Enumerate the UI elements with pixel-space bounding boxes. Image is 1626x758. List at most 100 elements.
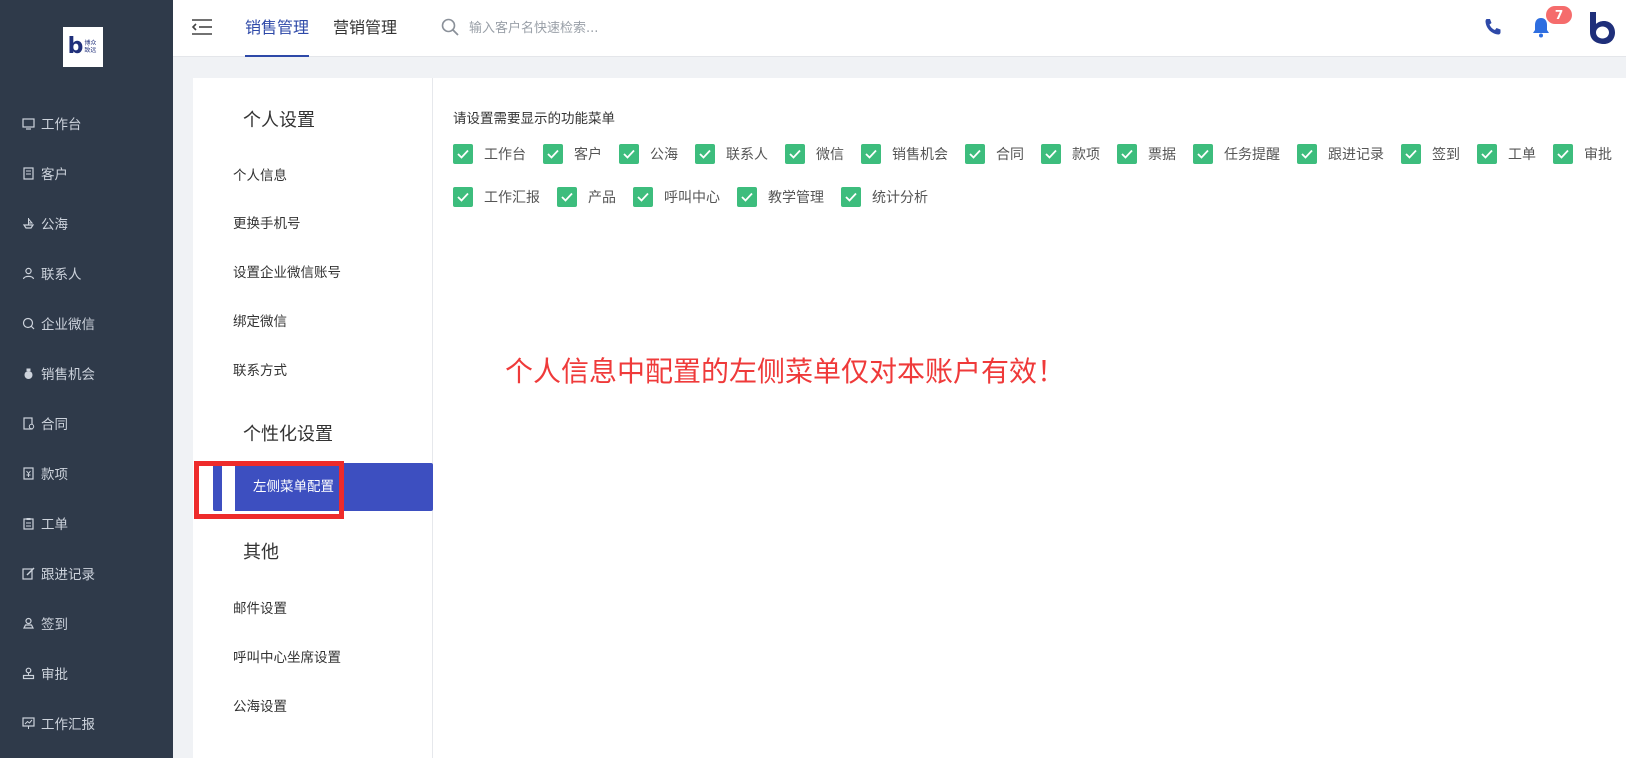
menu-option-checkbox[interactable]: 教学管理 <box>737 187 824 207</box>
settings-item-call-center-seat[interactable]: 呼叫中心坐席设置 <box>233 646 341 666</box>
settings-item-public-pool[interactable]: 公海设置 <box>233 695 287 715</box>
sidebar-item[interactable]: 客户 <box>0 148 173 198</box>
sidebar-item[interactable]: 联系人 <box>0 248 173 298</box>
sidebar-item[interactable]: 审批 <box>0 648 173 698</box>
checkmark-icon <box>965 144 985 164</box>
sidebar-item[interactable]: 跟进记录 <box>0 548 173 598</box>
menu-option-label: 联系人 <box>726 147 768 163</box>
checkmark-icon <box>453 187 473 207</box>
annotation-highlight-box <box>194 461 344 519</box>
phone-icon[interactable] <box>1483 17 1503 37</box>
menu-option-checkbox[interactable]: 审批 <box>1553 144 1612 164</box>
menu-option-label: 工作汇报 <box>484 190 540 206</box>
logo-letter: b <box>67 34 84 59</box>
menu-option-label: 工单 <box>1508 147 1536 163</box>
logo-text: 博众致远 <box>84 40 97 54</box>
sidebar-item[interactable]: 销售机会 <box>0 348 173 398</box>
notice-text: 个人信息中配置的左侧菜单仅对本账户有效！ <box>505 355 1066 388</box>
payment-icon <box>21 466 35 480</box>
menu-options: 工作台 客户 公海 联系人 微信 销售机会 合同 款项 票据 任务提醒 跟进记录 签到 工单 审批 工作汇… <box>453 144 1623 230</box>
menu-option-checkbox[interactable]: 客户 <box>543 144 602 164</box>
tab-marketing-management[interactable]: 营销管理 <box>333 0 397 57</box>
sidebar-item-label: 公海 <box>41 217 68 233</box>
menu-option-label: 统计分析 <box>872 190 928 206</box>
checkmark-icon <box>1477 144 1497 164</box>
clipboard-icon <box>21 516 35 530</box>
menu-option-checkbox[interactable]: 任务提醒 <box>1193 144 1280 164</box>
menu-option-label: 销售机会 <box>892 147 948 163</box>
settings-item-personal-info[interactable]: 个人信息 <box>233 164 287 184</box>
checkmark-icon <box>453 144 473 164</box>
menu-option-label: 产品 <box>588 190 616 206</box>
sidebar-item[interactable]: 款项 <box>0 448 173 498</box>
sidebar-item[interactable]: 合同 <box>0 398 173 448</box>
company-logo[interactable]: b 博众致远 <box>63 27 103 67</box>
menu-option-checkbox[interactable]: 呼叫中心 <box>633 187 720 207</box>
menu-option-checkbox[interactable]: 销售机会 <box>861 144 948 164</box>
checkmark-icon <box>785 144 805 164</box>
menu-option-checkbox[interactable]: 票据 <box>1117 144 1176 164</box>
moneybag-icon <box>21 366 35 380</box>
checkmark-icon <box>1401 144 1421 164</box>
building-icon <box>21 166 35 180</box>
menu-option-label: 工作台 <box>484 147 526 163</box>
menu-option-checkbox[interactable]: 签到 <box>1401 144 1460 164</box>
sidebar-item[interactable]: 签到 <box>0 598 173 648</box>
menu-option-checkbox[interactable]: 工单 <box>1477 144 1536 164</box>
section-title-personal: 个人设置 <box>243 110 315 131</box>
menu-option-checkbox[interactable]: 产品 <box>557 187 616 207</box>
menu-option-checkbox[interactable]: 合同 <box>965 144 1024 164</box>
menu-option-label: 合同 <box>996 147 1024 163</box>
settings-item-contact-method[interactable]: 联系方式 <box>233 359 287 379</box>
menu-option-label: 教学管理 <box>768 190 824 206</box>
contract-icon <box>21 416 35 430</box>
menu-option-label: 审批 <box>1584 147 1612 163</box>
checkmark-icon <box>1297 144 1317 164</box>
checkmark-icon <box>841 187 861 207</box>
menu-option-checkbox[interactable]: 跟进记录 <box>1297 144 1384 164</box>
checkmark-icon <box>619 144 639 164</box>
sidebar-item[interactable]: 公海 <box>0 198 173 248</box>
sidebar-item-label: 跟进记录 <box>41 567 95 583</box>
tab-sales-management[interactable]: 销售管理 <box>245 0 310 57</box>
sidebar-item-label: 审批 <box>41 667 68 683</box>
sidebar-item[interactable]: 工作台 <box>0 98 173 148</box>
menu-options-row: 工作汇报 产品 呼叫中心 教学管理 统计分析 <box>453 187 1623 207</box>
menu-option-label: 呼叫中心 <box>664 190 720 206</box>
sidebar-nav: 工作台客户公海联系人 企业微信 销售机会 合同款项工单跟进记录签到审批工作汇报 <box>0 98 173 748</box>
sidebar-item[interactable]: 工作汇报 <box>0 698 173 748</box>
menu-option-checkbox[interactable]: 款项 <box>1041 144 1100 164</box>
customer-search-input[interactable] <box>469 16 769 40</box>
settings-item-wecom-account[interactable]: 设置企业微信账号 <box>233 261 341 281</box>
sidebar-item-label: 款项 <box>41 467 68 483</box>
checkin-icon <box>21 616 35 630</box>
menu-option-checkbox[interactable]: 工作汇报 <box>453 187 540 207</box>
section-title-other: 其他 <box>243 542 279 563</box>
sidebar-item-label: 客户 <box>41 167 68 183</box>
menu-option-checkbox[interactable]: 联系人 <box>695 144 768 164</box>
menu-option-checkbox[interactable]: 工作台 <box>453 144 526 164</box>
settings-item-bind-wechat[interactable]: 绑定微信 <box>233 310 287 330</box>
menu-options-row: 工作台 客户 公海 联系人 微信 销售机会 合同 款项 票据 任务提醒 跟进记录 签到 工单 审批 <box>453 144 1623 164</box>
sidebar-item[interactable]: 企业微信 <box>0 298 173 348</box>
settings-nav-panel: 个人设置 个人信息 更换手机号 设置企业微信账号 绑定微信 联系方式 个性化设置… <box>193 78 433 758</box>
search-icon[interactable] <box>441 18 459 36</box>
notification-count-badge: 7 <box>1546 6 1572 24</box>
checkmark-icon <box>557 187 577 207</box>
menu-option-label: 票据 <box>1148 147 1176 163</box>
report-icon <box>21 716 35 730</box>
menu-collapse-icon[interactable] <box>191 17 213 37</box>
checkmark-icon <box>1553 144 1573 164</box>
menu-option-label: 任务提醒 <box>1224 147 1280 163</box>
checkmark-icon <box>1117 144 1137 164</box>
settings-item-email[interactable]: 邮件设置 <box>233 597 287 617</box>
brand-logo-icon[interactable] <box>1586 10 1618 46</box>
menu-option-checkbox[interactable]: 公海 <box>619 144 678 164</box>
menu-option-checkbox[interactable]: 统计分析 <box>841 187 928 207</box>
section-title-personalization: 个性化设置 <box>243 424 333 445</box>
settings-item-change-phone[interactable]: 更换手机号 <box>233 212 301 232</box>
sidebar: b 博众致远 工作台 客户 公海 联系人 企业微信 销售机会 合同 款项 工单 跟进记录 签到 审批工… <box>0 0 173 758</box>
menu-option-checkbox[interactable]: 微信 <box>785 144 844 164</box>
checkmark-icon <box>633 187 653 207</box>
sidebar-item[interactable]: 工单 <box>0 498 173 548</box>
